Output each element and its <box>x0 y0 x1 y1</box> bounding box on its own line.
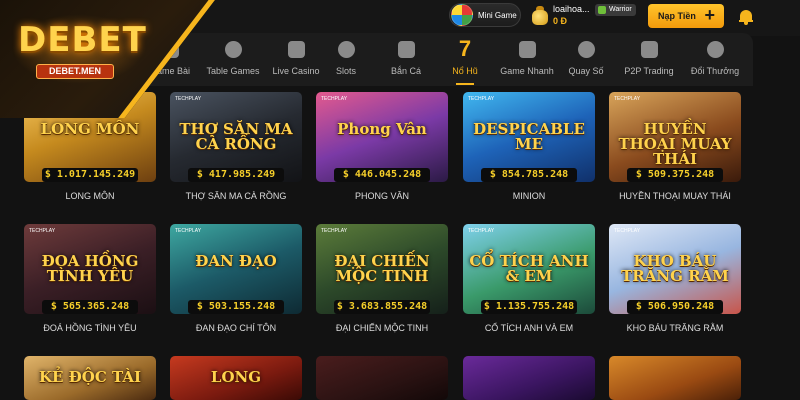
jackpot-amount: $ 509.375.248 <box>627 168 723 182</box>
game-thumbnail[interactable]: TECHPLAY ĐOA HỒNG TÌNH YÊU $ 565.365.248 <box>24 224 156 314</box>
jackpot-amount: $ 417.985.249 <box>188 168 284 182</box>
tab-đổi-thưởng[interactable]: Đổi Thưởng <box>680 33 750 86</box>
game-name: THỢ SĂN MA CÀ RỒNG <box>185 191 287 201</box>
tab-label: Bắn Cá <box>390 66 422 76</box>
money-bag-icon <box>530 4 550 26</box>
logo-domain: DEBET.MEN <box>36 64 114 79</box>
game-thumbnail[interactable]: TECHPLAY HUYỀN THOẠI MUAY THÁI $ 509.375.2… <box>609 92 741 182</box>
tab-p2p-trading[interactable]: P2P Trading <box>618 33 680 86</box>
provider-label: TECHPLAY <box>175 228 202 234</box>
game-thumbnail[interactable]: TECHPLAY KHO BÁU TRĂNG RẰM $ 506.950.248 <box>609 224 741 314</box>
game-thumbnail[interactable]: TECHPLAY Phong Vân $ 446.045.248 <box>316 92 448 182</box>
balance: 0 Đ <box>553 16 568 26</box>
plus-icon: + <box>704 5 715 25</box>
tab-game-nhanh[interactable]: Game Nhanh <box>496 33 558 86</box>
tab-label: Đổi Thưởng <box>690 66 740 76</box>
jackpot-amount: $ 3.683.855.248 <box>334 300 430 314</box>
game-name: ĐẠI CHIẾN MỘC TINH <box>335 323 429 333</box>
tab-slots[interactable]: Slots <box>317 33 375 86</box>
chips-icon <box>224 41 242 58</box>
thumbnail-title: LONG MÔN <box>40 120 140 138</box>
thumbnail-title: HUYỀN THOẠI MUAY THÁI <box>618 120 732 168</box>
tab-label: P2P Trading <box>624 66 674 76</box>
provider-label: TECHPLAY <box>321 228 348 234</box>
game-name: LONG MÔN <box>65 191 115 201</box>
jackpot-amount: $ 854.785.248 <box>481 168 577 182</box>
deposit-button[interactable]: Nạp Tiền + <box>648 4 724 28</box>
jackpot-amount: $ 565.365.248 <box>42 300 138 314</box>
mini-game-label: Mini Game <box>478 10 517 20</box>
deposit-label: Nạp Tiền <box>658 11 696 21</box>
game-thumbnail[interactable]: TECHPLAY DESPICABLE ME $ 854.785.248 <box>463 92 595 182</box>
p2p-icon <box>640 41 658 58</box>
thumbnail-title: CỔ TÍCH ANH & EM <box>469 252 589 285</box>
provider-label: TECHPLAY <box>29 228 56 234</box>
game-name: MINION <box>512 191 546 201</box>
thumbnail-title: ĐẠI CHIẾN MỘC TINH <box>334 252 430 285</box>
game-thumbnail[interactable]: TECHPLAY THỢ SĂN MA CÀ RỒNG $ 417.985.249 <box>170 92 302 182</box>
thumbnail-title: ĐAN ĐẠO <box>195 252 277 270</box>
bell-icon[interactable] <box>739 9 753 25</box>
provider-label: TECHPLAY <box>175 96 202 102</box>
game-name: PHONG VÂN <box>354 191 409 201</box>
provider-label: TECHPLAY <box>468 96 495 102</box>
jackpot-amount: $ 503.155.248 <box>188 300 284 314</box>
tab-nổ-hũ[interactable]: 7 Nổ Hũ <box>436 33 494 86</box>
game-thumbnail[interactable] <box>463 356 595 400</box>
thumbnail-title: KẺ ĐỘC TÀI <box>38 368 142 386</box>
thumbnail-title: ĐOA HỒNG TÌNH YÊU <box>41 252 139 285</box>
provider-label: TECHPLAY <box>321 96 348 102</box>
game-name: HUYỀN THOẠI MUAY THÁI <box>619 191 731 201</box>
tab-label: Slots <box>335 66 356 76</box>
jackpot-amount: $ 446.045.248 <box>334 168 430 182</box>
lightning-icon <box>518 41 536 58</box>
money-bag-icon <box>706 41 724 58</box>
game-thumbnail[interactable] <box>316 356 448 400</box>
game-name: CỔ TÍCH ANH VÀ EM <box>484 323 574 333</box>
lottery-balls-icon <box>577 41 595 58</box>
game-thumbnail[interactable]: TECHPLAY ĐAN ĐẠO $ 503.155.248 <box>170 224 302 314</box>
game-name: KHO BÁU TRĂNG RẰM <box>626 323 724 333</box>
tab-label: Game Nhanh <box>500 66 554 76</box>
game-thumbnail[interactable]: LONG <box>170 356 302 400</box>
jackpot-amount: $ 1.017.145.249 <box>42 168 138 182</box>
tab-bắn-cá[interactable]: Bắn Cá <box>377 33 435 86</box>
cherry-icon <box>337 41 355 58</box>
tab-label: Table Games <box>206 66 260 76</box>
tab-table-games[interactable]: Table Games <box>201 33 265 86</box>
jackpot-amount: $ 1.135.755.248 <box>481 300 577 314</box>
game-thumbnail[interactable]: KẺ ĐỘC TÀI <box>24 356 156 400</box>
provider-label: TECHPLAY <box>614 96 641 102</box>
game-name: ĐAN ĐẠO CHÍ TÔN <box>195 323 277 333</box>
game-thumbnail[interactable]: TECHPLAY ĐẠI CHIẾN MỘC TINH $ 3.683.855.24… <box>316 224 448 314</box>
game-thumbnail[interactable]: TECHPLAY CỔ TÍCH ANH & EM $ 1.135.755.248 <box>463 224 595 314</box>
username[interactable]: loaihoa... <box>553 4 590 14</box>
thumbnail-title: KHO BÁU TRĂNG RẰM <box>621 252 729 285</box>
thumbnail-title: DESPICABLE ME <box>473 120 585 153</box>
mini-game-ball-icon <box>451 4 473 26</box>
jackpot-amount: $ 506.950.248 <box>627 300 723 314</box>
rank-badge[interactable]: Warrior <box>595 4 636 16</box>
tab-label: Quay Số <box>568 66 604 76</box>
diamond-icon <box>287 41 305 58</box>
thumbnail-title: Phong Vân <box>337 120 427 138</box>
logo-text: DEBET <box>18 20 147 60</box>
seven-icon: 7 <box>458 36 472 61</box>
game-thumbnail[interactable] <box>609 356 741 400</box>
fish-icon <box>397 41 415 58</box>
tab-label: Nổ Hũ <box>452 66 478 76</box>
category-nav: Game Bài Table Games Live Casino Slots Bắn C… <box>140 33 753 86</box>
provider-label: TECHPLAY <box>468 228 495 234</box>
active-tab-indicator <box>456 83 474 85</box>
thumbnail-title: THỢ SĂN MA CÀ RỒNG <box>179 120 293 153</box>
mini-game-button[interactable]: Mini Game <box>449 3 521 27</box>
provider-label: TECHPLAY <box>614 228 641 234</box>
thumbnail-title: LONG <box>210 368 262 386</box>
game-name: ĐOÁ HỒNG TÌNH YÊU <box>43 323 137 333</box>
tab-quay-số[interactable]: Quay Số <box>557 33 615 86</box>
